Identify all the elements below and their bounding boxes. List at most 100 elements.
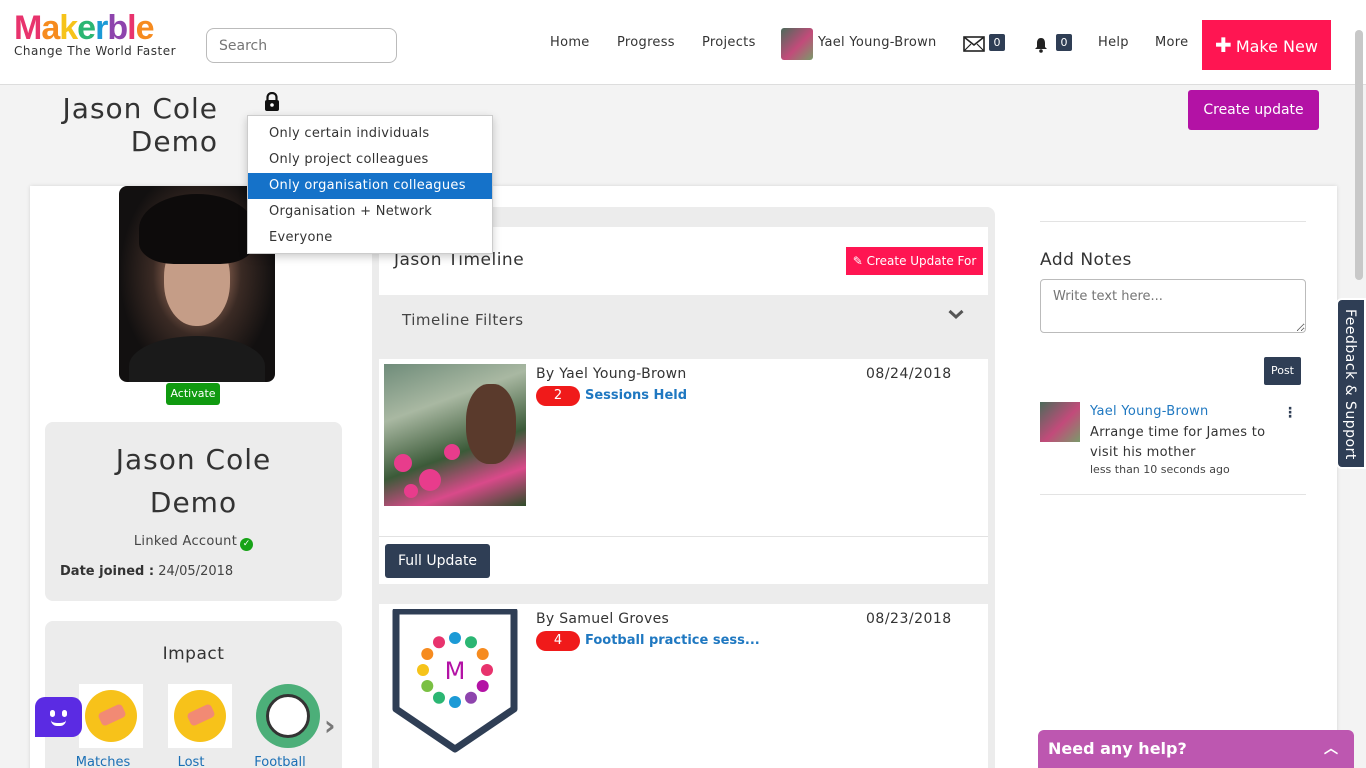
chevron-down-icon[interactable] [948, 308, 964, 320]
logo-letter: e [135, 9, 155, 47]
impact-label-football[interactable]: Football [245, 755, 315, 768]
post-link[interactable]: Sessions Held [585, 388, 687, 403]
post-date: 08/23/2018 [866, 611, 952, 627]
note-author[interactable]: Yael Young-Brown [1090, 404, 1209, 419]
date-joined: Date joined : 24/05/2018 [60, 564, 233, 579]
notes-divider [1040, 494, 1306, 495]
create-update-for-label: Create Update For [866, 254, 977, 268]
badge-dot [421, 648, 434, 660]
makerble-logo[interactable]: Makerble Change The World Faster [14, 10, 176, 58]
more-vertical-icon[interactable]: ⋮ [1283, 405, 1297, 421]
post-divider [379, 536, 988, 537]
privacy-option-organisation-colleagues[interactable]: Only organisation colleagues [248, 173, 492, 199]
nav-user-name[interactable]: Yael Young-Brown [818, 35, 937, 50]
feedback-support-tab[interactable]: Feedback & Support [1336, 298, 1366, 469]
create-update-for-button[interactable]: ✎ Create Update For [846, 247, 983, 275]
make-new-label: Make New [1235, 37, 1318, 56]
logo-letter: l [127, 9, 137, 47]
whistle-icon [85, 690, 137, 742]
need-help-widget[interactable]: Need any help? ︿ [1038, 730, 1354, 768]
notification-count-badge: 0 [1056, 34, 1072, 51]
photo-body [129, 336, 265, 382]
mail-count-badge: 0 [989, 34, 1005, 51]
profile-name-line2: Demo [149, 486, 238, 519]
logo-letter: a [41, 9, 60, 47]
post-author: By Samuel Groves [536, 611, 670, 627]
note-timestamp: less than 10 seconds ago [1090, 463, 1230, 476]
nav-projects[interactable]: Projects [702, 35, 756, 50]
check-circle-icon: ✓ [240, 538, 254, 551]
timeline-filters-label: Timeline Filters [402, 311, 524, 329]
chevron-up-icon[interactable]: ︿ [1324, 730, 1338, 768]
profile-name-line1: Jason Cole [115, 443, 272, 476]
chatbot-icon[interactable] [35, 697, 82, 737]
profile-name: Jason Cole Demo [45, 438, 342, 524]
badge-dot [449, 696, 461, 708]
linked-account-status: Linked Account ✓ [45, 534, 342, 551]
whistle-icon [174, 690, 226, 742]
badge-dot [421, 680, 434, 692]
post-date: 08/24/2018 [866, 366, 952, 382]
logo-letter: b [107, 9, 128, 47]
badge-dot [481, 664, 493, 676]
post-note-button[interactable]: Post [1264, 357, 1301, 385]
top-navigation: Makerble Change The World Faster Home Pr… [0, 0, 1366, 85]
nav-help[interactable]: Help [1098, 35, 1129, 50]
post-count-badge: 2 [536, 386, 580, 406]
page-scrollbar[interactable] [1355, 30, 1363, 280]
logo-letter: M [14, 9, 42, 47]
badge-dot [449, 632, 461, 644]
create-update-button[interactable]: Create update [1188, 90, 1319, 130]
impact-label-lost[interactable]: Lost [156, 755, 226, 768]
plus-icon: ✚ [1215, 33, 1232, 57]
notes-textarea[interactable] [1040, 279, 1306, 333]
nav-home[interactable]: Home [550, 35, 590, 50]
nav-more[interactable]: More [1155, 35, 1188, 50]
need-help-label: Need any help? [1048, 739, 1187, 758]
post-author: By Yael Young-Brown [536, 366, 687, 382]
mail-icon[interactable] [963, 36, 985, 52]
impact-matches-tile[interactable] [79, 684, 143, 748]
notes-title: Add Notes [1040, 250, 1132, 270]
privacy-option-everyone[interactable]: Everyone [248, 225, 492, 251]
make-new-button[interactable]: ✚ Make New [1202, 20, 1331, 70]
pencil-icon: ✎ [852, 254, 867, 268]
badge-dot [476, 680, 489, 692]
post-photo[interactable] [384, 364, 526, 506]
football-icon[interactable] [256, 684, 320, 748]
privacy-option-certain-individuals[interactable]: Only certain individuals [248, 121, 492, 147]
impact-lost-tile[interactable] [168, 684, 232, 748]
impact-title: Impact [162, 644, 225, 664]
page-title-line2: Demo [130, 125, 218, 158]
user-avatar[interactable] [781, 28, 813, 60]
lock-icon[interactable] [263, 92, 281, 112]
badge-dot [433, 636, 445, 649]
badge-dot [465, 636, 477, 649]
impact-label-matches[interactable]: Matches [68, 755, 138, 768]
badge-dot [433, 691, 445, 704]
full-update-button[interactable]: Full Update [385, 544, 490, 578]
badge-dot [476, 648, 489, 660]
activate-button[interactable]: Activate [166, 383, 220, 405]
note-author-avatar[interactable] [1040, 402, 1080, 442]
privacy-option-organisation-network[interactable]: Organisation + Network [248, 199, 492, 225]
makerble-badge-icon[interactable]: M [384, 609, 526, 754]
post-link[interactable]: Football practice sess... [585, 633, 760, 648]
logo-letter: k [59, 9, 78, 47]
bell-icon[interactable] [1033, 37, 1049, 53]
search-input[interactable] [206, 28, 397, 63]
post-count-badge: 4 [536, 631, 580, 651]
chevron-right-icon[interactable]: › [324, 712, 336, 740]
logo-letter: e [77, 9, 96, 47]
feedback-label: Feedback & Support [1342, 309, 1358, 460]
photo-hair [139, 194, 255, 264]
page-title-line1: Jason Cole [62, 92, 218, 125]
date-joined-value: 24/05/2018 [158, 564, 234, 579]
nav-progress[interactable]: Progress [617, 35, 675, 50]
privacy-dropdown: Only certain individuals Only project co… [247, 115, 493, 254]
badge-dot [465, 691, 477, 704]
date-joined-label: Date joined : [60, 564, 155, 579]
note-text: Arrange time for James to visit his moth… [1090, 425, 1266, 460]
privacy-option-project-colleagues[interactable]: Only project colleagues [248, 147, 492, 173]
logo-wordmark: Makerble [14, 10, 176, 46]
